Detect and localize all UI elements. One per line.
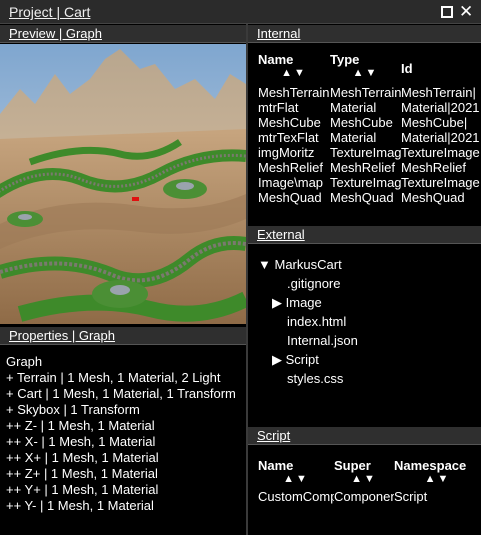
panel-divider[interactable] [246,24,248,535]
folder-item[interactable]: ▼ MarkusCart [258,255,358,274]
tree-item[interactable]: ++ Z+ | 1 Mesh, 1 Material [6,466,236,482]
chevron-right-icon[interactable]: ▶ [272,352,282,367]
file-item[interactable]: Internal.json [258,331,358,350]
close-icon[interactable]: ✕ [459,2,473,22]
window-title[interactable]: Project | Cart [9,4,90,20]
column-header-id[interactable]: Id [401,52,481,79]
table-row[interactable]: mtrTexFlat Material Material|2021 [258,130,481,145]
tree-item[interactable]: ++ X- | 1 Mesh, 1 Material [6,434,236,450]
table-row[interactable]: MeshTerrain MeshTerrain MeshTerrain| [258,85,481,100]
internal-title: Internal [257,26,301,41]
chevron-right-icon[interactable]: ▶ [272,295,282,310]
tree-item[interactable]: ++ Z- | 1 Mesh, 1 Material [6,418,236,434]
graph-tree: Graph + Terrain | 1 Mesh, 1 Material, 2 … [6,354,236,514]
cart-marker [132,197,139,201]
tree-item[interactable]: ++ Y+ | 1 Mesh, 1 Material [6,482,236,498]
file-item[interactable]: styles.css [258,369,358,388]
script-header: Script [248,427,481,445]
external-title: External [257,227,305,242]
folder-item[interactable]: ▶ Script [258,350,358,369]
file-tree: ▼ MarkusCart .gitignore ▶ Image index.ht… [258,255,358,388]
script-table: Name▲▼ Super▲▼ Namespace▲▼ CustomCompone… [258,458,481,504]
internal-header: Internal [248,25,481,43]
table-row[interactable]: imgMoritz TextureImage TextureImage [258,145,481,160]
scene-viewport[interactable] [0,44,246,324]
folder-item[interactable]: ▶ Image [258,293,358,312]
column-header-name[interactable]: Name ▲▼ [258,458,334,485]
terrain-render [0,44,246,324]
chevron-down-icon[interactable]: ▼ [258,257,271,272]
table-row[interactable]: mtrFlat Material Material|2021 [258,100,481,115]
tree-item[interactable]: + Terrain | 1 Mesh, 1 Material, 2 Light [6,370,236,386]
column-header-type[interactable]: Type ▲▼ [330,52,401,79]
file-item[interactable]: .gitignore [258,274,358,293]
sort-icon[interactable]: ▲▼ [394,473,481,485]
tree-item[interactable]: + Cart | 1 Mesh, 1 Material, 1 Transform [6,386,236,402]
properties-header: Properties | Graph [0,327,246,345]
preview-tab[interactable]: Preview | Graph [9,26,102,41]
sort-icon[interactable]: ▲▼ [258,67,330,79]
file-item[interactable]: index.html [258,312,358,331]
column-header-namespace[interactable]: Namespace ▲▼ [394,458,481,485]
table-row[interactable]: Image\map TextureImage TextureImage [258,175,481,190]
window-titlebar: Project | Cart ✕ [0,0,481,24]
tree-item[interactable]: ++ Y- | 1 Mesh, 1 Material [6,498,236,514]
table-row[interactable]: MeshCube MeshCube MeshCube| [258,115,481,130]
tree-item[interactable]: + Skybox | 1 Transform [6,402,236,418]
sort-icon[interactable]: ▲▼ [334,473,394,485]
table-row[interactable]: MeshQuad MeshQuad MeshQuad [258,190,481,205]
tree-item[interactable]: ++ X+ | 1 Mesh, 1 Material [6,450,236,466]
script-title: Script [257,428,291,443]
sort-icon[interactable]: ▲▼ [258,473,334,485]
internal-table: Name ▲▼ Type ▲▼ Id MeshTerrain MeshTerrain M… [258,52,481,224]
maximize-icon[interactable] [441,6,453,18]
table-row[interactable]: CustomComponentScript ComponentScript Sc… [258,489,481,504]
properties-tab[interactable]: Properties | Graph [9,328,115,343]
column-header-super[interactable]: Super ▲▼ [334,458,394,485]
external-header: External [248,226,481,244]
column-header-name[interactable]: Name ▲▼ [258,52,330,79]
tree-item[interactable]: Graph [6,354,236,370]
table-row[interactable]: MeshRelief MeshRelief MeshRelief [258,160,481,175]
sort-icon[interactable]: ▲▼ [330,67,401,79]
preview-header: Preview | Graph [0,25,246,43]
